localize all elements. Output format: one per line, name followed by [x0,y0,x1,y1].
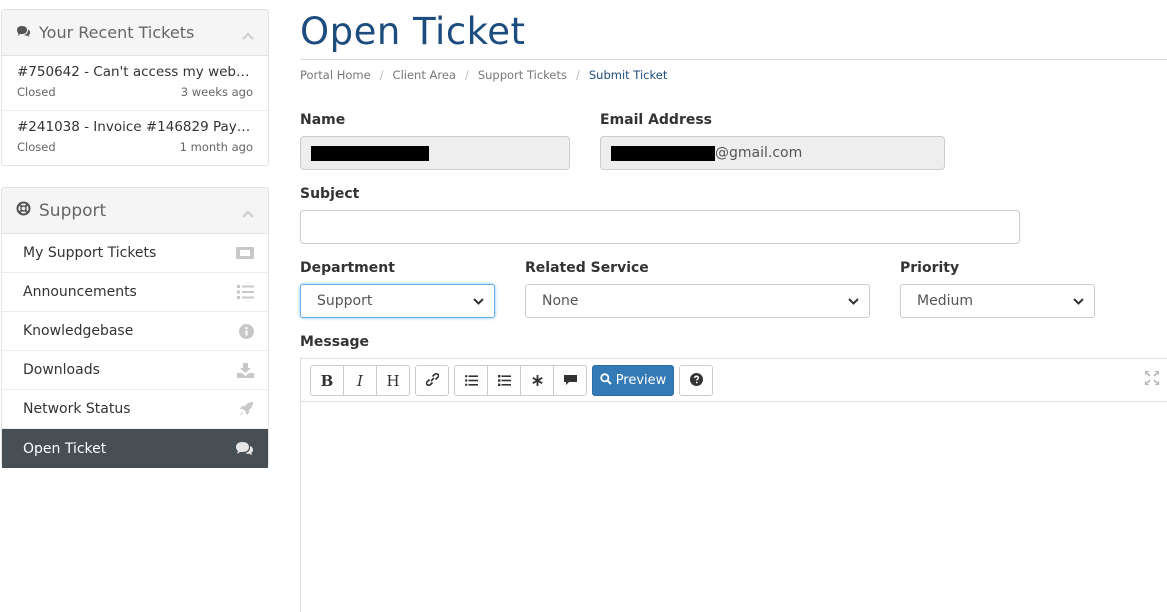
editor-toolbar: B I H Preview [301,359,1167,402]
sidebar-item-knowledgebase[interactable]: Knowledgebase [2,312,268,351]
email-field: @gmail.com [600,136,945,170]
breadcrumb-separator: / [379,68,384,82]
bold-label: B [320,371,334,390]
sidebar-item-label: Open Ticket [23,440,107,457]
support-header[interactable]: Support [2,188,268,234]
message-textarea[interactable] [301,402,1167,612]
sidebar-item-label: Announcements [23,284,137,300]
ticket-item[interactable]: #750642 - Can't access my webiste ... Cl… [2,56,268,111]
preview-label: Preview [615,373,667,388]
breadcrumb-submit-ticket: Submit Ticket [588,68,668,82]
comments-icon [235,441,254,456]
department-select[interactable]: Support [300,284,495,318]
ticket-title[interactable]: #241038 - Invoice #146829 Payment [17,119,253,135]
message-editor: B I H Preview [300,358,1167,612]
priority-value: Medium [917,293,973,309]
unordered-list-button[interactable] [454,365,488,396]
recent-tickets-header[interactable]: Your Recent Tickets [2,10,268,56]
info-icon [239,323,254,339]
sidebar-item-label: My Support Tickets [23,245,157,261]
heading-button[interactable]: H [376,365,410,396]
page-title: Open Ticket [300,10,526,53]
message-label: Message [300,334,370,350]
email-domain: @gmail.com [715,145,803,161]
sidebar-item-my-support-tickets[interactable]: My Support Tickets [2,234,268,273]
download-icon [237,362,254,378]
breadcrumb-separator: / [464,68,469,82]
search-icon [599,372,612,389]
department-value: Support [317,293,373,309]
comment-icon [563,372,577,390]
list-ol-icon [497,372,511,390]
rocket-icon [238,401,254,417]
list-ul-icon [464,372,478,390]
ticket-time: 3 weeks ago [180,85,253,99]
comments-icon [16,23,31,42]
ticket-status: Closed [17,85,56,99]
sidebar-item-downloads[interactable]: Downloads [2,351,268,390]
related-service-select[interactable]: None [525,284,870,318]
name-field [300,136,570,170]
italic-button[interactable]: I [343,365,377,396]
ticket-item[interactable]: #241038 - Invoice #146829 Payment Closed… [2,111,268,166]
priority-label: Priority [900,260,960,276]
email-label: Email Address [600,112,713,128]
breadcrumb-client-area[interactable]: Client Area [393,68,456,82]
ticket-status: Closed [17,140,56,154]
support-panel: Support My Support Tickets Announcements… [1,187,269,468]
heading-label: H [386,371,400,390]
chevron-down-icon [473,293,484,309]
chevron-down-icon [848,293,859,309]
asterisk-icon [531,372,543,390]
sidebar-item-label: Downloads [23,362,100,378]
sidebar-item-announcements[interactable]: Announcements [2,273,268,312]
chevron-up-icon[interactable] [242,203,254,222]
preview-button[interactable]: Preview [592,365,674,396]
breadcrumb-portal-home[interactable]: Portal Home [300,68,371,82]
ticket-title[interactable]: #750642 - Can't access my webiste ... [17,64,253,80]
link-button[interactable] [415,365,449,396]
subject-label: Subject [300,186,360,202]
code-button[interactable] [520,365,554,396]
breadcrumb-support-tickets[interactable]: Support Tickets [478,68,567,82]
title-divider [300,59,1167,60]
sidebar-item-open-ticket[interactable]: Open Ticket [2,429,268,468]
help-button[interactable] [679,365,713,396]
bold-button[interactable]: B [310,365,344,396]
fullscreen-icon[interactable] [1144,370,1160,389]
breadcrumb: Portal Home / Client Area / Support Tick… [300,68,667,82]
question-circle-icon [689,372,703,390]
ticket-icon [236,247,254,259]
related-service-label: Related Service [525,260,649,276]
sidebar-item-label: Knowledgebase [23,323,134,339]
name-label: Name [300,112,346,128]
ordered-list-button[interactable] [487,365,521,396]
related-service-value: None [542,293,579,309]
italic-label: I [357,371,363,390]
redacted-email [611,145,715,161]
recent-tickets-panel: Your Recent Tickets #750642 - Can't acce… [1,9,269,166]
chevron-down-icon [1073,293,1084,309]
subject-input[interactable] [300,210,1020,244]
recent-tickets-title: Your Recent Tickets [39,23,195,42]
sidebar-item-network-status[interactable]: Network Status [2,390,268,429]
list-icon [237,285,254,299]
ticket-time: 1 month ago [179,140,253,154]
breadcrumb-separator: / [575,68,580,82]
department-label: Department [300,260,395,276]
quote-button[interactable] [553,365,587,396]
life-ring-icon [16,201,31,220]
priority-select[interactable]: Medium [900,284,1095,318]
chevron-up-icon[interactable] [242,25,254,44]
link-icon [425,372,439,390]
redacted-name [311,145,429,161]
sidebar-item-label: Network Status [23,401,131,417]
support-title: Support [39,200,107,221]
